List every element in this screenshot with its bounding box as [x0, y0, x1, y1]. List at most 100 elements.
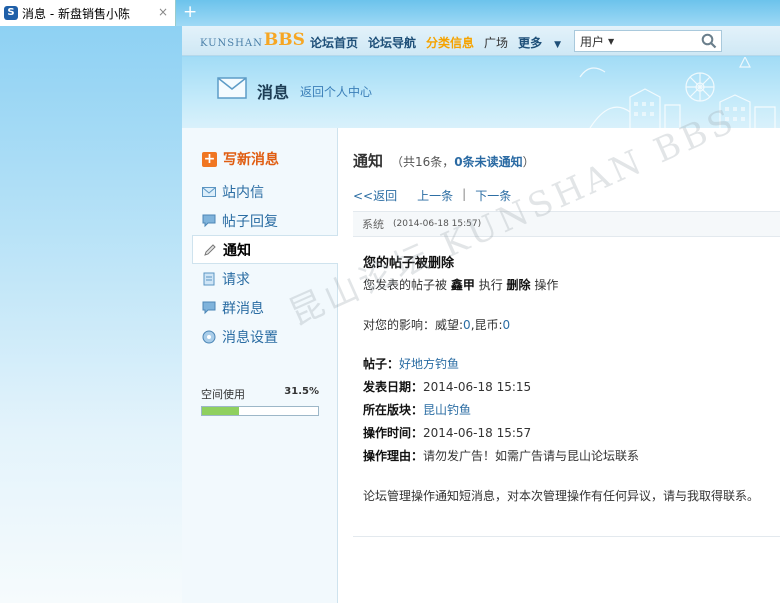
- sidebar-item-label: 站内信: [222, 184, 264, 201]
- site-favicon-icon: S: [4, 6, 18, 20]
- message-meta: 系统 (2014-06-18 15:57): [353, 211, 780, 237]
- sidebar-item-requests[interactable]: 请求: [192, 264, 338, 293]
- section-title: 通知: [353, 152, 384, 170]
- browser-tab[interactable]: S 消息 - 新盘销售小陈 ×: [0, 0, 176, 26]
- sidebar-item-label: 消息设置: [222, 329, 278, 346]
- field-value: 2014-06-18 15:57: [423, 426, 532, 440]
- pager-separator: |: [462, 187, 467, 201]
- tab-title: 消息 - 新盘销售小陈: [22, 6, 130, 21]
- field-key: 所在版块：: [363, 403, 424, 417]
- summary-text: 您发表的帖子被: [363, 278, 448, 292]
- page-title: 消息: [257, 83, 290, 102]
- space-usage-label: 空间使用: [201, 388, 245, 401]
- nav-square[interactable]: 广场: [484, 34, 508, 51]
- nav-forum-guide[interactable]: 论坛导航: [368, 34, 416, 51]
- message-body: 您的帖子被删除 您发表的帖子被 鑫甲 执行 删除 操作 对您的影响：威望:0,昆…: [363, 252, 773, 504]
- count-prefix: （共16条，: [391, 155, 455, 169]
- nav-classified[interactable]: 分类信息: [426, 34, 474, 51]
- footer-note: 论坛管理操作通知短消息，对本次管理操作有任何异议，请与我取得联系。: [363, 489, 760, 503]
- city-illustration-icon: [579, 57, 776, 128]
- background-sky: [0, 26, 182, 603]
- field-key: 操作时间：: [363, 426, 424, 440]
- compose-label: 写新消息: [223, 152, 279, 168]
- circle-settings-icon: [202, 330, 216, 343]
- impact-text: ,昆币:: [470, 318, 503, 332]
- speech-bubble-icon: [202, 301, 216, 314]
- logo-prefix: KUNSHAN: [200, 38, 263, 49]
- field-key: 操作理由：: [363, 449, 424, 463]
- notification-header: 通知 （共16条，0条未读通知）: [353, 150, 535, 171]
- field-board: 所在版块：昆山钓鱼: [363, 401, 773, 418]
- field-value: 2014-06-18 15:15: [423, 380, 532, 394]
- sidebar-item-label: 通知: [223, 242, 251, 259]
- board-link[interactable]: 昆山钓鱼: [423, 403, 471, 417]
- post-link[interactable]: 好地方钓鱼: [399, 357, 459, 371]
- sidebar-menu: 站内信 帖子回复 通知 请求 群消息 消息设置: [192, 177, 339, 351]
- speech-bubble-icon: [202, 214, 216, 227]
- sidebar-item-notifications[interactable]: 通知: [192, 235, 339, 264]
- browser-tab-strip: S 消息 - 新盘销售小陈 × +: [0, 0, 780, 26]
- nav-more[interactable]: 更多 ▼: [518, 34, 571, 51]
- nav-forum-home[interactable]: 论坛首页: [310, 34, 358, 51]
- impact-line: 对您的影响：威望:0,昆币:0: [363, 316, 773, 333]
- site-logo[interactable]: KUNSHAN BBS: [200, 30, 305, 50]
- message-sidebar: + 写新消息 站内信 帖子回复 通知 请求 群消息 消息设置 空间使用 31.5…: [182, 128, 339, 603]
- sidebar-item-label: 请求: [222, 271, 250, 288]
- nav-links: 论坛首页 论坛导航 分类信息 广场 更多 ▼: [310, 34, 581, 51]
- plus-icon: +: [202, 150, 217, 167]
- message-subject: 您的帖子被删除: [363, 256, 455, 271]
- space-usage-percent: 31.5%: [284, 386, 319, 397]
- sidebar-item-group-messages[interactable]: 群消息: [192, 293, 338, 322]
- sidebar-item-post-replies[interactable]: 帖子回复: [192, 206, 338, 235]
- site-nav-bar: KUNSHAN BBS 论坛首页 论坛导航 分类信息 广场 更多 ▼ 用户 ▼: [182, 26, 780, 56]
- message-sender: 系统: [362, 218, 384, 231]
- field-key: 发表日期：: [363, 380, 424, 394]
- prev-link[interactable]: 上一条: [417, 187, 453, 204]
- next-link[interactable]: 下一条: [475, 187, 511, 204]
- pager-gap: [397, 187, 417, 204]
- back-to-profile-link[interactable]: 返回个人中心: [300, 83, 372, 100]
- compose-message-button[interactable]: + 写新消息: [202, 149, 279, 169]
- space-usage: 空间使用 31.5%: [201, 386, 319, 416]
- summary-text: 操作: [534, 278, 559, 292]
- field-post-date: 发表日期：2014-06-18 15:15: [363, 378, 773, 395]
- detail-fields: 帖子：好地方钓鱼 发表日期：2014-06-18 15:15 所在版块：昆山钓鱼…: [363, 355, 773, 464]
- sidebar-item-label: 群消息: [222, 300, 264, 317]
- pencil-icon: [204, 243, 216, 256]
- search-box[interactable]: 用户 ▼: [574, 30, 722, 52]
- notification-detail: 通知 （共16条，0条未读通知） <<返回 上一条 | 下一条 系统 (2014…: [338, 128, 780, 603]
- notification-count: （共16条，0条未读通知）: [391, 153, 535, 170]
- prestige-value: 0: [463, 318, 471, 332]
- message-pager: <<返回 上一条 | 下一条: [353, 187, 511, 204]
- divider: [353, 536, 780, 537]
- new-tab-button[interactable]: +: [183, 2, 197, 22]
- message-summary: 您发表的帖子被 鑫甲 执行 删除 操作: [363, 276, 773, 293]
- sidebar-item-private-message[interactable]: 站内信: [192, 177, 338, 206]
- field-operation-reason: 操作理由：请勿发广告！如需广告请与昆山论坛联系: [363, 447, 773, 464]
- coin-value: 0: [502, 318, 511, 332]
- summary-text: 执行: [478, 278, 503, 292]
- envelope-icon: [202, 186, 216, 197]
- close-icon[interactable]: ×: [158, 5, 168, 19]
- back-link[interactable]: <<返回: [353, 187, 397, 204]
- field-key: 帖子：: [363, 357, 400, 371]
- search-icon[interactable]: [701, 33, 717, 49]
- field-operation-time: 操作时间：2014-06-18 15:57: [363, 424, 773, 441]
- chevron-down-icon: ▼: [554, 40, 561, 50]
- impact-text: 对您的影响：威望:: [363, 318, 464, 332]
- field-post: 帖子：好地方钓鱼: [363, 355, 773, 372]
- caret-down-icon[interactable]: ▼: [608, 37, 614, 46]
- page-banner: 消息 返回个人中心: [182, 57, 780, 128]
- logo-bbs: BBS: [263, 30, 305, 50]
- document-icon: [203, 272, 215, 285]
- sidebar-item-message-settings[interactable]: 消息设置: [192, 322, 338, 351]
- space-usage-fill: [202, 407, 239, 415]
- space-usage-bar: [201, 406, 319, 416]
- field-value: 请勿发广告！如需广告请与昆山论坛联系: [423, 449, 640, 463]
- count-suffix: ）: [522, 155, 535, 169]
- unread-count-link[interactable]: 0条未读通知: [454, 155, 522, 169]
- envelope-icon: [217, 77, 247, 99]
- operator-name: 鑫甲: [450, 278, 475, 292]
- nav-more-label: 更多: [518, 36, 543, 50]
- search-scope-select[interactable]: 用户: [580, 33, 604, 50]
